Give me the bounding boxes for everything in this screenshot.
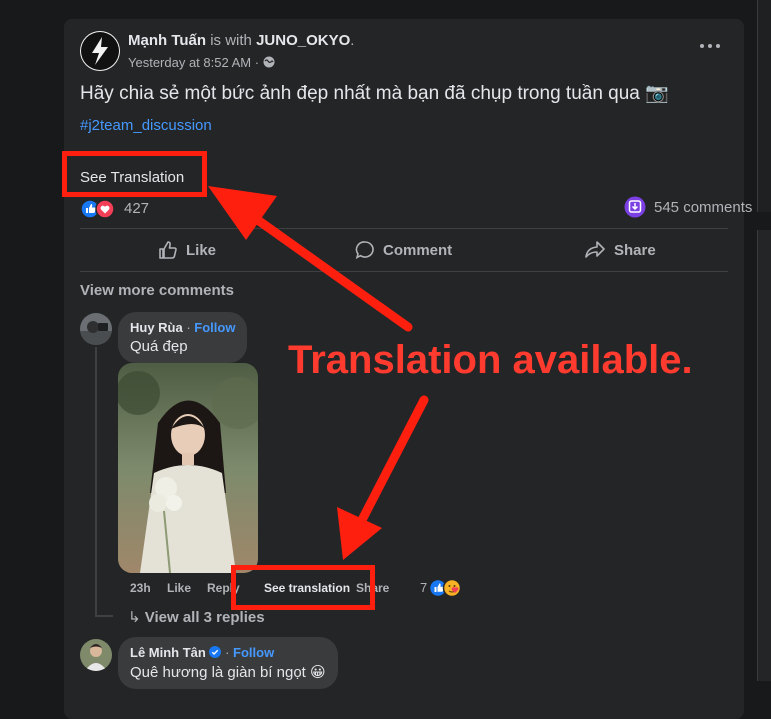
annotation-arrow-down [337, 395, 429, 560]
annotation-label: Translation available. [288, 338, 693, 382]
annotation-arrow-up [208, 186, 413, 332]
